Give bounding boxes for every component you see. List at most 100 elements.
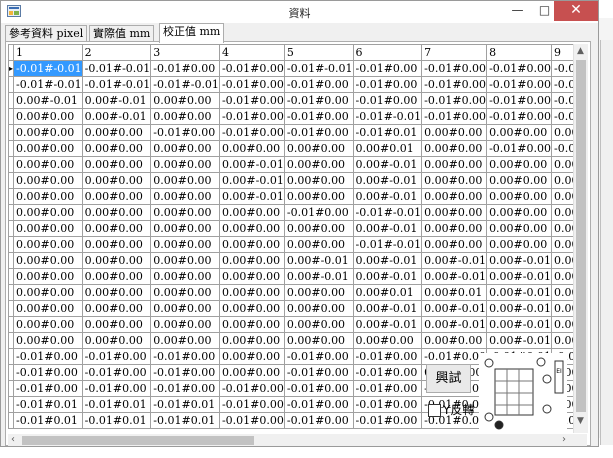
grid-cell[interactable]: -0.01#0.00 xyxy=(218,412,285,429)
grid-cell[interactable]: -0.01#0.00 xyxy=(13,380,83,397)
grid-cell[interactable]: 0.00#0.00 xyxy=(13,316,83,333)
grid-cell[interactable]: 0.00#0.00 xyxy=(283,236,354,253)
grid-cell[interactable]: -0.01#0.00 xyxy=(352,380,423,397)
grid-cell[interactable]: -0.01#0.00 xyxy=(486,92,552,109)
table-row[interactable]: 0.00#0.00 0.00#0.00 0.00#0.00 0.00#-0.01 0.0… xyxy=(8,188,573,205)
grid-cell[interactable]: -0.01#0.00 xyxy=(283,412,354,429)
grid-cell[interactable]: 0.00#-0.01 xyxy=(421,268,488,285)
grid-cell[interactable]: 0.00#0.00 xyxy=(81,188,152,205)
grid-cell[interactable]: 0.00#0.00 xyxy=(150,332,220,349)
grid-cell[interactable]: 0.00#0.00 xyxy=(150,220,220,237)
table-row[interactable]: ▸ -0.01#-0.01 -0.01#-0.01 -0.01#0.00 -0.01#0… xyxy=(8,60,573,77)
grid-cell[interactable]: 0.00#0.00 xyxy=(13,220,83,237)
grid-cell[interactable]: -0.01#-0.01 xyxy=(352,204,423,221)
grid-cell[interactable]: 0.00#0.00 xyxy=(421,332,488,349)
grid-cell[interactable]: -0.01#0.00 xyxy=(13,364,83,381)
grid-cell[interactable]: -0.01#0.00 xyxy=(352,364,423,381)
grid-cell[interactable]: 0.00#0.00 xyxy=(486,172,552,189)
grid-cell[interactable]: 0.00#0.00 xyxy=(150,108,220,125)
grid-cell[interactable]: 0.00#0.00 xyxy=(218,300,285,317)
grid-cell[interactable]: 0.00#-0.01 xyxy=(550,332,573,349)
grid-cell[interactable]: -0.01#0.01 xyxy=(550,92,573,109)
grid-cell[interactable]: 0.00#0.00 xyxy=(81,268,152,285)
grid-cell[interactable]: 0.00#0.00 xyxy=(13,284,83,301)
column-header[interactable]: 3 xyxy=(150,44,220,61)
table-row[interactable]: 0.00#0.00 0.00#0.00 0.00#0.00 0.00#0.00 0.00… xyxy=(8,220,573,237)
grid-cell[interactable]: -0.01#0.00 xyxy=(352,76,423,93)
grid-cell[interactable]: 0.00#0.00 xyxy=(81,140,152,157)
grid-cell[interactable]: 0.00#-0.01 xyxy=(486,268,552,285)
grid-cell[interactable]: -0.01#0.00 xyxy=(283,364,354,381)
grid-cell[interactable]: 0.00#-0.01 xyxy=(550,268,573,285)
grid-cell[interactable]: -0.01#-0.01 xyxy=(150,76,220,93)
grid-cell[interactable]: 0.00#0.00 xyxy=(218,332,285,349)
grid-cell[interactable]: 0.00#0.00 xyxy=(283,332,354,349)
grid-cell[interactable]: 0.00#-0.01 xyxy=(352,172,423,189)
grid-cell[interactable]: 0.00#0.00 xyxy=(81,252,152,269)
grid-cell[interactable]: 0.00#-0.01 xyxy=(486,300,552,317)
grid-cell[interactable]: 0.00#0.00 xyxy=(81,284,152,301)
grid-cell[interactable]: -0.01#0.00 xyxy=(352,92,423,109)
grid-cell[interactable]: 0.00#0.01 xyxy=(352,284,423,301)
grid-cell[interactable]: 0.00#0.00 xyxy=(550,188,573,205)
tab-reference-pixel[interactable]: 參考資料 pixel xyxy=(5,25,88,42)
grid-cell[interactable]: 0.00#0.00 xyxy=(81,220,152,237)
table-row[interactable]: 0.00#0.00 0.00#0.00 0.00#0.00 0.00#-0.01 0.0… xyxy=(8,172,573,189)
grid-cell[interactable]: 0.00#0.00 xyxy=(13,124,83,141)
scroll-left-arrow-icon[interactable]: ‹ xyxy=(11,434,15,445)
grid-cell[interactable]: 0.00#0.00 xyxy=(486,124,552,141)
grid-cell[interactable]: 0.00#-0.01 xyxy=(421,316,488,333)
grid-cell[interactable]: -0.01#0.00 xyxy=(283,92,354,109)
grid-cell[interactable]: 0.00#0.00 xyxy=(421,188,488,205)
grid-cell[interactable]: 0.00#-0.01 xyxy=(81,92,152,109)
column-header[interactable]: 5 xyxy=(283,44,354,61)
xingqu-button[interactable]: 興試 xyxy=(426,364,471,393)
grid-cell[interactable]: 0.00#0.00 xyxy=(81,172,152,189)
grid-cell[interactable]: 0.00#0.00 xyxy=(13,156,83,173)
grid-cell[interactable]: -0.01#0.00 xyxy=(486,76,552,93)
grid-cell[interactable]: -0.01#0.00 xyxy=(150,124,220,141)
grid-cell[interactable]: 0.00#0.00 xyxy=(81,300,152,317)
table-row[interactable]: 0.00#0.00 0.00#0.00 0.00#0.00 0.00#0.00 0.00… xyxy=(8,252,573,269)
grid-cell[interactable]: 0.00#-0.01 xyxy=(218,156,285,173)
grid-cell[interactable]: 0.00#0.00 xyxy=(13,268,83,285)
grid-cell[interactable]: -0.01#0.00 xyxy=(218,396,285,413)
grid-cell[interactable]: -0.01#0.00 xyxy=(218,92,285,109)
grid-cell[interactable]: -0.01#0.00 xyxy=(421,108,488,125)
grid-cell[interactable]: 0.00#-0.01 xyxy=(352,156,423,173)
grid-cell[interactable]: -0.01#0.01 xyxy=(81,396,152,413)
scroll-down-arrow-icon[interactable]: ▼ xyxy=(577,416,584,426)
grid-cell[interactable]: -0.01#0.01 xyxy=(550,108,573,125)
grid-cell[interactable]: 0.00#0.00 xyxy=(150,300,220,317)
grid-cell[interactable]: 0.00#0.00 xyxy=(218,140,285,157)
grid-cell[interactable]: 0.00#0.00 xyxy=(81,316,152,333)
column-header[interactable]: 2 xyxy=(81,44,152,61)
grid-cell[interactable]: 0.00#0.00 xyxy=(218,252,285,269)
grid-cell[interactable]: 0.00#0.00 xyxy=(421,204,488,221)
grid-cell[interactable]: 0.00#-0.01 xyxy=(421,252,488,269)
grid-cell[interactable]: 0.00#0.00 xyxy=(81,236,152,253)
grid-cell[interactable]: 0.00#0.00 xyxy=(283,172,354,189)
grid-cell[interactable]: 0.00#0.00 xyxy=(150,284,220,301)
grid-cell[interactable]: 0.00#-0.01 xyxy=(283,252,354,269)
grid-cell[interactable]: -0.01#0.00 xyxy=(150,380,220,397)
grid-cell[interactable]: -0.01#0.00 xyxy=(352,412,423,429)
table-row[interactable]: -0.01#-0.01 -0.01#-0.01 -0.01#-0.01 -0.01#0… xyxy=(8,76,573,93)
grid-cell[interactable]: -0.01#-0.01 xyxy=(13,60,83,77)
grid-cell[interactable]: 0.00#0.00 xyxy=(13,140,83,157)
grid-cell[interactable]: -0.01#0.00 xyxy=(283,380,354,397)
grid-cell[interactable]: 0.00#-0.01 xyxy=(486,332,552,349)
grid-cell[interactable]: 0.00#0.00 xyxy=(486,236,552,253)
grid-cell[interactable]: 0.00#-0.01 xyxy=(486,316,552,333)
grid-cell[interactable]: 0.00#-0.01 xyxy=(352,268,423,285)
grid-cell[interactable]: 0.00#-0.01 xyxy=(218,172,285,189)
table-row[interactable]: 0.00#0.00 0.00#-0.01 0.00#0.00 -0.01#0.00 -0… xyxy=(8,108,573,125)
table-row[interactable]: 0.00#0.00 0.00#0.00 0.00#0.00 0.00#0.00 -0.0… xyxy=(8,204,573,221)
grid-cell[interactable]: -0.01#0.00 xyxy=(283,396,354,413)
grid-cell[interactable]: -0.01#0.00 xyxy=(218,76,285,93)
table-row[interactable]: 0.00#-0.01 0.00#-0.01 0.00#0.00 -0.01#0.00-… xyxy=(8,92,573,109)
grid-cell[interactable]: 0.00#0.00 xyxy=(150,172,220,189)
grid-cell[interactable]: 0.00#0.00 xyxy=(81,156,152,173)
grid-cell[interactable]: -0.01#0.01 xyxy=(150,412,220,429)
grid-cell[interactable]: -0.01#-0.01 xyxy=(550,60,573,77)
